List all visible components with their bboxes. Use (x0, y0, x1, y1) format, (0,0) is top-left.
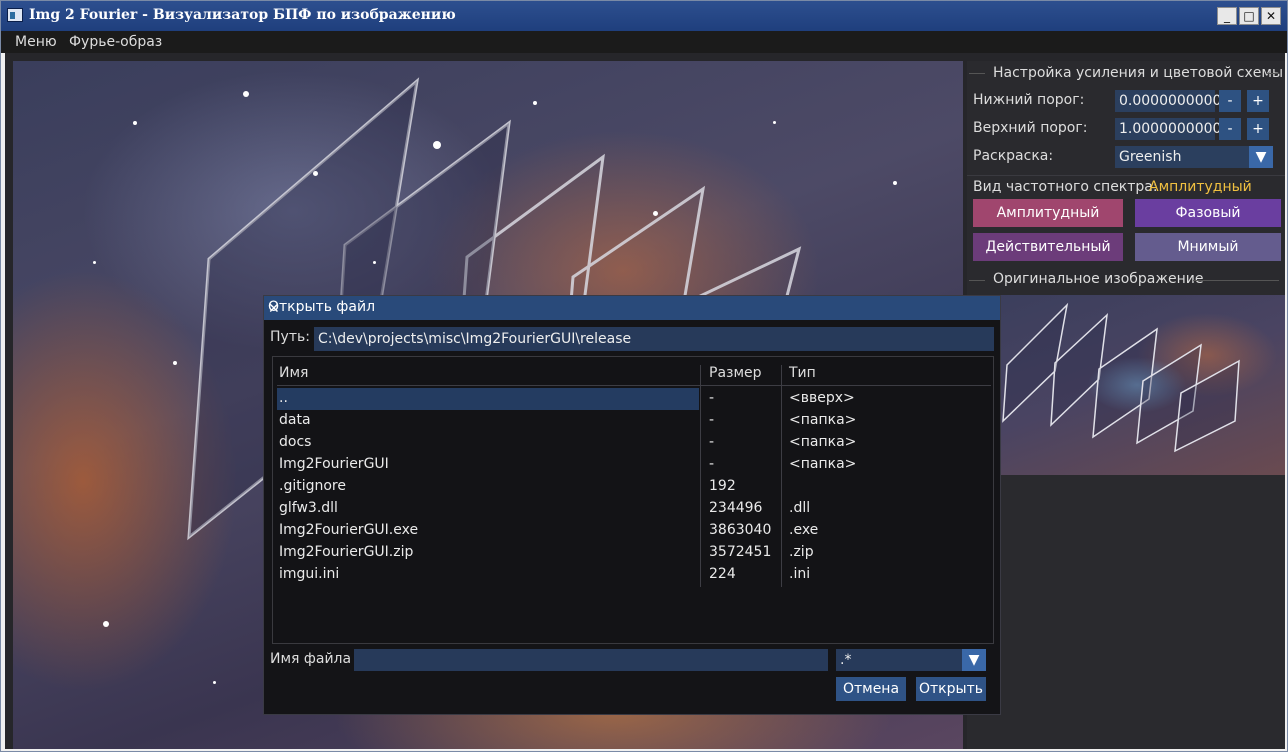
table-row[interactable]: Img2FourierGUI - <папка> (277, 454, 991, 476)
file-type: .dll (789, 500, 811, 516)
separator (969, 73, 985, 74)
title-bar[interactable]: Img 2 Fourier - Визуализатор БПФ по изоб… (1, 1, 1287, 31)
file-table: Имя Размер Тип .. - <вверх> data - <папк… (272, 356, 994, 644)
column-header-type[interactable]: Тип (789, 365, 816, 381)
file-name: imgui.ini (279, 566, 340, 582)
lower-threshold-input[interactable]: 0.0000000000 (1115, 90, 1221, 112)
open-file-dialog: Открыть файл ✕ Путь: C:\dev\projects\mis… (263, 295, 1001, 715)
table-row[interactable]: Img2FourierGUI.zip 3572451 .zip (277, 542, 991, 564)
maximize-button[interactable]: □ (1239, 7, 1259, 25)
file-name: glfw3.dll (279, 500, 338, 516)
file-name: .gitignore (279, 478, 346, 494)
file-filter-select[interactable]: .* (836, 649, 962, 671)
separator (969, 280, 985, 281)
spectrum-type-label: Вид частотного спектра: (973, 179, 1158, 195)
chevron-down-icon[interactable]: ▼ (1249, 146, 1273, 168)
lower-decrement-button[interactable]: - (1219, 90, 1241, 112)
file-type: <папка> (789, 434, 857, 450)
table-row[interactable]: docs - <папка> (277, 432, 991, 454)
file-name: data (279, 412, 311, 428)
file-name: docs (279, 434, 312, 450)
upper-increment-button[interactable]: + (1247, 118, 1269, 140)
thumbnail-image (1002, 302, 1240, 453)
file-type: .zip (789, 544, 814, 560)
spectrum-type-value: Амплитудный (1149, 179, 1252, 195)
column-header-name[interactable]: Имя (279, 365, 308, 381)
table-row[interactable]: data - <папка> (277, 410, 991, 432)
amplitude-button[interactable]: Амплитудный (973, 199, 1123, 227)
menu-bar: Меню Фурье-образ (1, 31, 1287, 53)
file-size: 192 (709, 478, 736, 494)
app-icon (7, 8, 23, 22)
file-name: Img2FourierGUI.exe (279, 522, 419, 538)
separator (967, 175, 1285, 176)
dialog-title-bar[interactable]: Открыть файл ✕ (264, 296, 1000, 320)
selection-highlight (277, 388, 699, 410)
file-size: 224 (709, 566, 736, 582)
gain-section-header: Настройка усиления и цветовой схемы (993, 65, 1284, 81)
file-size: - (709, 456, 715, 472)
path-label: Путь: (270, 329, 310, 345)
color-scheme-label: Раскраска: (973, 148, 1054, 164)
upper-decrement-button[interactable]: - (1219, 118, 1241, 140)
upper-threshold-label: Верхний порог: (973, 120, 1088, 136)
settings-panel: Настройка усиления и цветовой схемы Нижн… (967, 61, 1285, 749)
app-window: Img 2 Fourier - Визуализатор БПФ по изоб… (0, 0, 1288, 752)
lower-threshold-label: Нижний порог: (973, 92, 1085, 108)
file-size: - (709, 390, 715, 406)
imaginary-button[interactable]: Мнимый (1135, 233, 1281, 261)
open-button[interactable]: Открыть (916, 677, 986, 701)
file-size: 3572451 (709, 544, 772, 560)
path-input[interactable]: C:\dev\projects\misc\Img2FourierGUI\rele… (314, 327, 994, 351)
table-row[interactable]: .gitignore 192 (277, 476, 991, 498)
column-header-size[interactable]: Размер (709, 365, 762, 381)
cancel-button[interactable]: Отмена (836, 677, 906, 701)
filename-input[interactable] (354, 649, 828, 671)
separator (1267, 73, 1279, 74)
upper-threshold-input[interactable]: 1.0000000000 (1115, 118, 1221, 140)
color-scheme-select[interactable]: Greenish (1115, 146, 1249, 168)
separator (1193, 280, 1279, 281)
table-row[interactable]: .. - <вверх> (277, 388, 991, 410)
file-size: 3863040 (709, 522, 772, 538)
file-type: .exe (789, 522, 819, 538)
file-type: <вверх> (789, 390, 855, 406)
file-type: <папка> (789, 412, 857, 428)
close-window-button[interactable]: ✕ (1261, 7, 1281, 25)
file-name: Img2FourierGUI.zip (279, 544, 414, 560)
menu-item-fourier[interactable]: Фурье-образ (69, 34, 162, 50)
main-content: Настройка усиления и цветовой схемы Нижн… (5, 53, 1285, 749)
file-type: <папка> (789, 456, 857, 472)
file-name: .. (279, 390, 288, 406)
lower-increment-button[interactable]: + (1247, 90, 1269, 112)
filename-label: Имя файла (270, 651, 352, 667)
file-size: - (709, 434, 715, 450)
file-name: Img2FourierGUI (279, 456, 389, 472)
phase-button[interactable]: Фазовый (1135, 199, 1281, 227)
file-size: 234496 (709, 500, 763, 516)
minimize-button[interactable]: _ (1217, 7, 1237, 25)
real-button[interactable]: Действительный (973, 233, 1123, 261)
header-divider (277, 385, 991, 386)
original-image-header: Оригинальное изображение (993, 271, 1204, 287)
table-row[interactable]: glfw3.dll 234496 .dll (277, 498, 991, 520)
menu-item-menu[interactable]: Меню (15, 34, 57, 50)
window-title: Img 2 Fourier - Визуализатор БПФ по изоб… (29, 7, 456, 23)
file-type: .ini (789, 566, 811, 582)
chevron-down-icon[interactable]: ▼ (962, 649, 986, 671)
table-row[interactable]: imgui.ini 224 .ini (277, 564, 991, 586)
file-size: - (709, 412, 715, 428)
close-icon[interactable]: ✕ (268, 299, 994, 319)
original-image-thumbnail (967, 295, 1285, 475)
table-row[interactable]: Img2FourierGUI.exe 3863040 .exe (277, 520, 991, 542)
